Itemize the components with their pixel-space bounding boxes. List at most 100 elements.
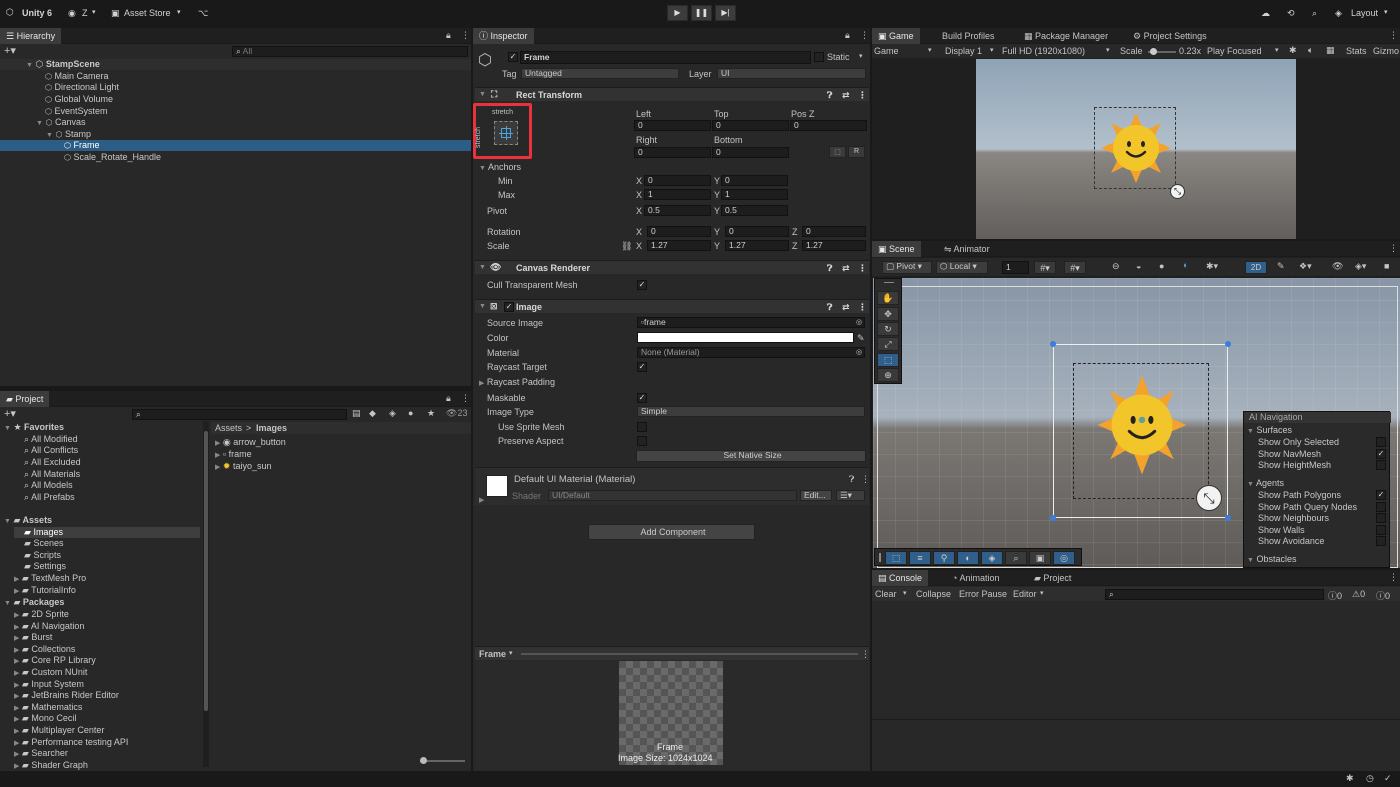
set-native-size-button[interactable]: Set Native Size xyxy=(636,450,866,462)
move-tool-icon[interactable]: ✥ xyxy=(877,307,899,321)
grid-snap-icon[interactable]: #▾ xyxy=(1034,261,1056,274)
top-field[interactable]: 0 xyxy=(712,120,789,131)
package-folder[interactable]: ▶ ▰ 2D Sprite xyxy=(14,609,69,620)
chevron-down-icon[interactable]: ▾ xyxy=(903,589,907,597)
pivot-x[interactable]: 0.5 xyxy=(644,205,711,216)
pause-button[interactable]: ❚❚ xyxy=(691,5,712,21)
hierarchy-item[interactable]: ⬡ Main Camera xyxy=(45,71,109,82)
check-icon[interactable]: ✓ xyxy=(1384,773,1392,784)
posz-field[interactable]: 0 xyxy=(790,120,867,131)
blueprint-mode-button[interactable]: ⬚ xyxy=(829,146,846,158)
play-focused-dropdown[interactable]: Play Focused xyxy=(1207,46,1262,56)
package-folder[interactable]: ▶ ▰ Input System xyxy=(14,679,84,690)
filter-icon[interactable]: ▤ xyxy=(352,408,361,419)
layer-dropdown[interactable]: UI xyxy=(717,68,866,79)
display-dropdown[interactable]: Display 1 xyxy=(945,46,982,56)
object-picker-icon[interactable]: ◎ xyxy=(856,318,862,326)
asset-folder[interactable]: ▶ ▰ TextMesh Pro xyxy=(14,573,86,584)
asset-folder[interactable]: ▰ Scenes xyxy=(24,538,63,549)
add-icon[interactable]: +▾ xyxy=(4,44,16,57)
rect-handle[interactable] xyxy=(1050,341,1056,347)
hierarchy-item[interactable]: ▼ ⬡ Canvas xyxy=(36,117,85,128)
tab-project-2[interactable]: ▰ Project xyxy=(1028,570,1077,586)
lighting-icon[interactable]: ✎ xyxy=(1277,261,1285,272)
preserve-aspect-checkbox[interactable] xyxy=(637,436,647,446)
file-item[interactable]: ▶ ✹ taiyo_sun xyxy=(215,461,272,472)
tab-project-settings[interactable]: ⚙ Project Settings xyxy=(1127,28,1213,44)
tab-project[interactable]: ▰ Project xyxy=(0,391,50,407)
agent-option[interactable]: Show Avoidance xyxy=(1258,536,1386,547)
hierarchy-item[interactable]: ⬡ Directional Light xyxy=(45,82,119,93)
assets-header[interactable]: ▼ ▰ Assets xyxy=(4,515,52,526)
use-sprite-mesh-checkbox[interactable] xyxy=(637,422,647,432)
rotation-z[interactable]: 0 xyxy=(802,226,866,237)
layout-dropdown[interactable]: Layout xyxy=(1351,8,1378,18)
more-icon[interactable]: ⋮ xyxy=(858,263,867,274)
package-folder[interactable]: ▶ ▰ Mono Cecil xyxy=(14,713,76,724)
game-mode-dropdown[interactable]: Game xyxy=(874,46,899,56)
render-mode-icon[interactable]: ✱▾ xyxy=(1206,261,1218,272)
lock-icon[interactable]: 🔒︎ xyxy=(446,393,451,404)
material-field[interactable]: None (Material) xyxy=(637,347,865,358)
sliders-icon[interactable]: ≡ xyxy=(909,551,931,565)
gauge-icon[interactable]: ◷ xyxy=(1366,773,1374,784)
option-checkbox[interactable] xyxy=(1376,524,1386,535)
scale-handle-icon[interactable]: ⤡ xyxy=(1170,184,1185,199)
package-folder[interactable]: ▶ ▰ Mathematics xyxy=(14,702,82,713)
active-checkbox[interactable]: ✓ xyxy=(508,52,518,62)
package-folder[interactable]: ▶ ▰ Collections xyxy=(14,644,75,655)
favorites-header[interactable]: ▼ ★ Favorites xyxy=(4,422,64,433)
favorite-item[interactable]: ⌕ All Prefabs xyxy=(24,492,75,503)
stats-button[interactable]: Stats xyxy=(1346,46,1367,56)
image-header[interactable]: ▼ ⊠ ✓ Image ❓︎ ⇄ ⋮ xyxy=(475,299,869,313)
chevron-down-icon[interactable]: ▾ xyxy=(859,52,863,60)
navmesh-icon[interactable]: ◈ xyxy=(981,551,1003,565)
tab-scene[interactable]: ▣ Scene xyxy=(872,241,921,257)
surface-option[interactable]: Show Only Selected xyxy=(1258,437,1386,448)
surface-option[interactable]: Show NavMesh ✓ xyxy=(1258,448,1386,460)
package-folder[interactable]: ▶ ▰ Core RP Library xyxy=(14,655,96,666)
right-field[interactable]: 0 xyxy=(634,147,711,158)
package-folder[interactable]: ▶ ▰ Searcher xyxy=(14,748,68,759)
raw-edit-button[interactable]: R xyxy=(848,146,865,158)
scale-z[interactable]: 1.27 xyxy=(802,240,866,251)
hand-tool-icon[interactable]: ✋ xyxy=(877,291,899,305)
surfaces-foldout[interactable]: ▼ Surfaces xyxy=(1247,425,1292,436)
camera-icon[interactable]: ▣ xyxy=(1029,551,1051,565)
info-icon[interactable]: ● xyxy=(408,408,413,418)
rect-transform-header[interactable]: ▼ ⛶ Rect Transform ❓︎ ⇄ ⋮ xyxy=(475,87,869,101)
tab-inspector[interactable]: ⓘ Inspector xyxy=(473,28,534,44)
option-checkbox[interactable] xyxy=(1376,437,1386,447)
history-icon[interactable]: ⟲ xyxy=(1287,8,1295,19)
agents-foldout[interactable]: ▼ Agents xyxy=(1247,478,1284,489)
rect-tool-icon[interactable]: ⬚ xyxy=(877,353,899,367)
material-options-dropdown[interactable]: ☰▾ xyxy=(836,490,865,501)
clear-button[interactable]: Clear xyxy=(875,589,897,599)
bug-icon[interactable]: ✱ xyxy=(1346,773,1354,784)
shader-dropdown[interactable]: UI/Default xyxy=(548,490,797,501)
edit-shader-button[interactable]: Edit... xyxy=(800,490,832,501)
help-icon[interactable]: ❓︎ xyxy=(827,90,832,101)
visibility-icon[interactable]: 👁︎ xyxy=(1332,261,1343,272)
favorite-item[interactable]: ⌕ All Conflicts xyxy=(24,445,78,456)
project-search-input[interactable]: ⌕ xyxy=(132,409,347,420)
breadcrumb-assets[interactable]: Assets xyxy=(215,423,242,433)
lock-icon[interactable]: 🔒︎ xyxy=(446,30,451,41)
camera-icon[interactable]: ■ xyxy=(1384,261,1389,271)
account-icon[interactable]: ◉ xyxy=(68,8,76,19)
effects-icon[interactable]: ❖▾ xyxy=(1299,261,1312,272)
local-dropdown[interactable]: ⬡ Local ▾ xyxy=(936,261,988,274)
anchor-preset-button[interactable] xyxy=(494,121,518,145)
more-icon[interactable]: ⋮ xyxy=(461,393,470,404)
favorite-item[interactable]: ⌕ All Excluded xyxy=(24,457,81,468)
more-icon[interactable]: ⋮ xyxy=(1389,572,1398,583)
tab-animation[interactable]: ◔ Animation xyxy=(946,570,1005,586)
more-icon[interactable]: ⋮ xyxy=(858,302,867,313)
agent-option[interactable]: Show Walls xyxy=(1258,524,1386,536)
label-icon[interactable]: ◈ xyxy=(389,408,396,419)
bottom-field[interactable]: 0 xyxy=(712,147,789,158)
shading-wire-icon[interactable]: ◒ xyxy=(1136,261,1141,271)
search-icon[interactable]: ⌕ xyxy=(1312,8,1317,19)
tab-build-profiles[interactable]: Build Profiles xyxy=(936,28,1001,44)
package-folder[interactable]: ▶ ▰ Custom NUnit xyxy=(14,667,87,678)
